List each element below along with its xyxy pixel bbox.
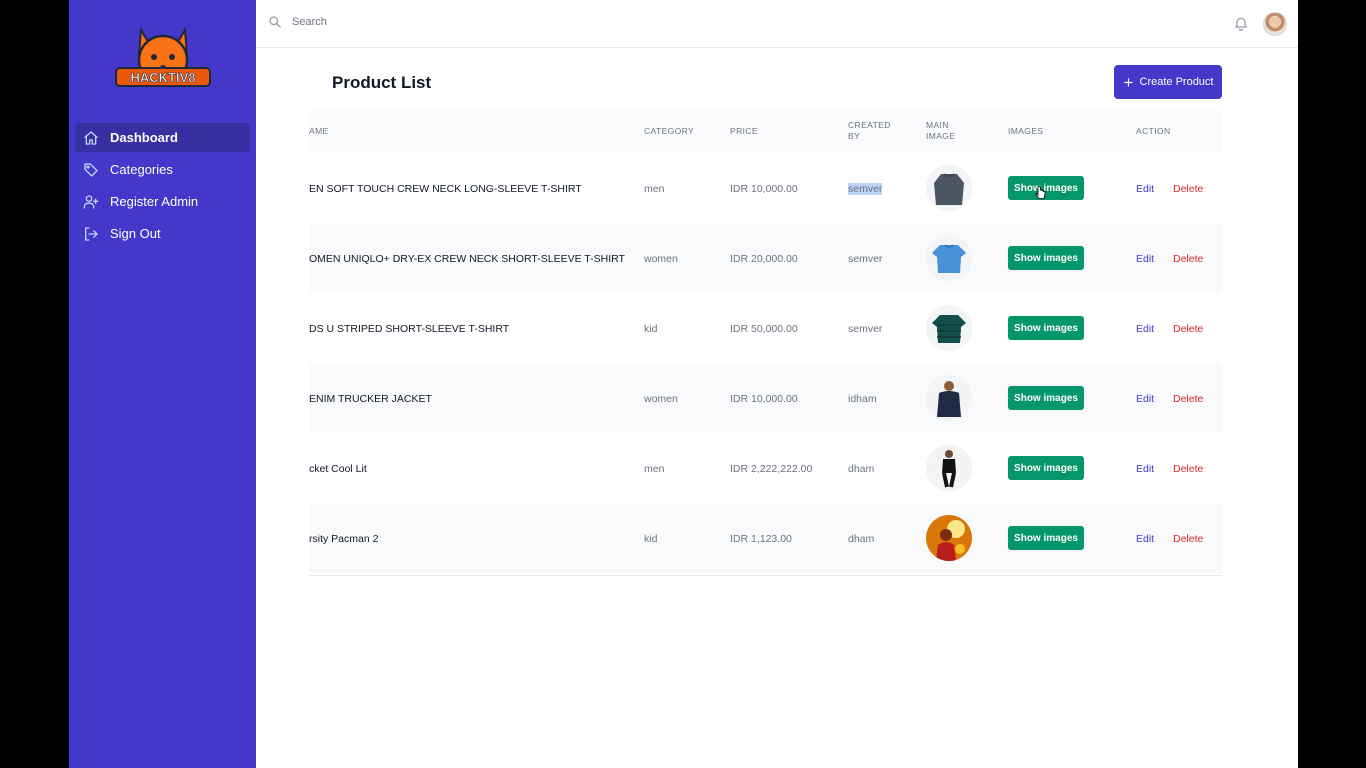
edit-link[interactable]: Edit	[1136, 183, 1154, 195]
column-header-action: ACTION	[1136, 126, 1171, 136]
show-images-button[interactable]: Show images	[1008, 316, 1084, 340]
table-row: rsity Pacman 2 kid IDR 1,123.00 dham Sho…	[309, 503, 1222, 573]
product-main-image	[926, 515, 972, 561]
product-table: AME CATEGORY PRICE CREATED BY MAIN IMAGE…	[309, 110, 1222, 576]
delete-link[interactable]: Delete	[1173, 323, 1203, 335]
mouse-cursor-icon	[1035, 186, 1046, 199]
table-row: DS U STRIPED SHORT-SLEEVE T-SHIRT kid ID…	[309, 293, 1222, 363]
topbar	[256, 0, 1298, 48]
product-created-by: semver	[848, 253, 883, 265]
product-main-image	[926, 165, 972, 211]
show-images-button[interactable]: Show images	[1008, 386, 1084, 410]
show-images-button[interactable]: Show images	[1008, 246, 1084, 270]
sidebar-item-dashboard[interactable]: Dashboard	[75, 123, 250, 152]
product-created-by: semver	[848, 183, 883, 195]
product-created-by: dham	[848, 463, 875, 475]
product-name: OMEN UNIQLO+ DRY-EX CREW NECK SHORT-SLEE…	[309, 253, 625, 265]
product-price: IDR 1,123.00	[730, 533, 792, 545]
product-price: IDR 2,222,222.00	[730, 463, 813, 475]
sidebar-item-register-admin[interactable]: Register Admin	[75, 187, 250, 216]
edit-link[interactable]: Edit	[1136, 253, 1154, 265]
column-header-price: PRICE	[730, 126, 758, 136]
column-header-main-image: MAIN IMAGE	[926, 120, 956, 141]
product-name: rsity Pacman 2	[309, 533, 379, 545]
tag-icon	[82, 161, 100, 179]
edit-link[interactable]: Edit	[1136, 533, 1154, 545]
plus-icon	[1123, 77, 1133, 87]
bell-icon[interactable]	[1233, 15, 1249, 31]
edit-link[interactable]: Edit	[1136, 463, 1154, 475]
column-header-created-by: CREATED BY	[848, 120, 891, 141]
delete-link[interactable]: Delete	[1173, 183, 1203, 195]
product-created-by: semver	[848, 323, 883, 335]
user-avatar[interactable]	[1263, 12, 1287, 36]
app-window: HACKTIV8 Dashboard Categories Register A…	[69, 0, 1298, 768]
sidebar-item-sign-out[interactable]: Sign Out	[75, 219, 250, 248]
table-row: EN SOFT TOUCH CREW NECK LONG-SLEEVE T-SH…	[309, 153, 1222, 223]
page-title: Product List	[332, 73, 432, 92]
delete-link[interactable]: Delete	[1173, 393, 1203, 405]
product-created-by: dham	[848, 533, 875, 545]
delete-link[interactable]: Delete	[1173, 533, 1203, 545]
sidebar-item-label: Sign Out	[110, 226, 161, 241]
product-category: women	[644, 253, 678, 265]
sidebar-item-label: Dashboard	[110, 130, 178, 145]
table-row: OMEN UNIQLO+ DRY-EX CREW NECK SHORT-SLEE…	[309, 223, 1222, 293]
product-price: IDR 10,000.00	[730, 183, 798, 195]
table-header: AME CATEGORY PRICE CREATED BY MAIN IMAGE…	[309, 110, 1222, 152]
product-category: kid	[644, 533, 658, 545]
search-input[interactable]	[290, 15, 694, 29]
edit-link[interactable]: Edit	[1136, 323, 1154, 335]
product-category: men	[644, 183, 665, 195]
product-created-by: idham	[848, 393, 877, 405]
product-main-image	[926, 305, 972, 351]
product-price: IDR 10,000.00	[730, 393, 798, 405]
sidebar-item-categories[interactable]: Categories	[75, 155, 250, 184]
search-bar	[268, 15, 694, 29]
create-product-button[interactable]: Create Product	[1114, 65, 1222, 99]
sign-out-icon	[82, 225, 100, 243]
sidebar-item-label: Register Admin	[110, 194, 199, 209]
search-icon	[269, 16, 281, 28]
delete-link[interactable]: Delete	[1173, 253, 1203, 265]
product-main-image	[926, 445, 972, 491]
product-name: EN SOFT TOUCH CREW NECK LONG-SLEEVE T-SH…	[309, 183, 582, 195]
column-header-name: AME	[309, 126, 329, 136]
hacktiv8-logo: HACKTIV8	[115, 26, 211, 87]
product-main-image	[926, 235, 972, 281]
show-images-button[interactable]: Show images	[1008, 456, 1084, 480]
product-category: men	[644, 463, 665, 475]
user-plus-icon	[82, 193, 100, 211]
product-category: kid	[644, 323, 658, 335]
create-product-label: Create Product	[1139, 76, 1214, 88]
product-main-image	[926, 375, 972, 421]
sidebar-item-label: Categories	[110, 162, 173, 177]
table-row: ENIM TRUCKER JACKET women IDR 10,000.00 …	[309, 363, 1222, 433]
column-header-images: IMAGES	[1008, 126, 1044, 136]
product-name: DS U STRIPED SHORT-SLEEVE T-SHIRT	[309, 323, 510, 335]
column-header-category: CATEGORY	[644, 126, 695, 136]
product-price: IDR 20,000.00	[730, 253, 798, 265]
delete-link[interactable]: Delete	[1173, 463, 1203, 475]
product-category: women	[644, 393, 678, 405]
table-row: cket Cool Lit men IDR 2,222,222.00 dham …	[309, 433, 1222, 503]
product-name: cket Cool Lit	[309, 463, 367, 475]
sidebar-nav: Dashboard Categories Register Admin Sign…	[75, 123, 250, 251]
edit-link[interactable]: Edit	[1136, 393, 1154, 405]
show-images-button[interactable]: Show images	[1008, 526, 1084, 550]
home-icon	[82, 129, 100, 147]
svg-text:HACKTIV8: HACKTIV8	[130, 70, 195, 85]
product-price: IDR 50,000.00	[730, 323, 798, 335]
sidebar: HACKTIV8 Dashboard Categories Register A…	[69, 0, 256, 768]
product-name: ENIM TRUCKER JACKET	[309, 393, 432, 405]
